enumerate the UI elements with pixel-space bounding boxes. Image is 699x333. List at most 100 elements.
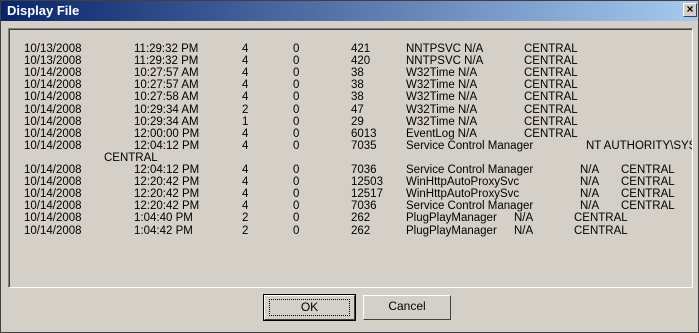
log-date: 10/14/2008	[24, 103, 82, 116]
log-type: 4	[242, 164, 249, 176]
log-event-id: 7036	[351, 200, 377, 213]
log-category: 0	[293, 139, 300, 152]
log-line: 10/14/2008 1:04:42 PM 2 0 262 PlugPlayManager…	[10, 224, 692, 237]
log-event-id: 47	[351, 103, 364, 116]
log-source: W32Time N/A	[406, 103, 478, 116]
log-line: 10/14/2008 12:04:12 PM 4 0 7035 Service Contr…	[10, 139, 692, 152]
log-computer: CENTRAL	[621, 176, 675, 189]
log-date: 10/14/2008	[24, 212, 82, 225]
log-date: 10/14/2008	[24, 79, 82, 92]
log-time: 12:20:42 PM	[134, 176, 200, 189]
log-source: Service Control Manager	[406, 200, 534, 213]
log-event-id: 38	[351, 91, 364, 104]
log-date: 10/14/2008	[24, 224, 82, 237]
display-file-dialog: Display File × 10/13/2008 11:29:32 PM 4 0 42…	[0, 0, 699, 333]
log-event-id: 12503	[351, 176, 383, 189]
log-user: N/A	[580, 188, 600, 201]
log-computer: CENTRAL	[524, 55, 578, 68]
log-source: Service Control Manager	[406, 139, 534, 152]
log-user: N/A	[514, 224, 534, 237]
log-date: 10/13/2008	[24, 55, 82, 68]
log-source: W32Time N/A	[406, 67, 478, 80]
dialog-title: Display File	[7, 3, 80, 18]
log-computer: CENTRAL	[524, 91, 578, 104]
log-source: EventLog N/A	[406, 127, 477, 140]
log-time: 10:29:34 AM	[134, 103, 199, 116]
log-user: N/A	[580, 176, 600, 189]
log-line: 10/14/2008 12:04:12 PM 4 0 7036 Service Contr…	[10, 164, 692, 176]
log-event-id: 29	[351, 115, 364, 128]
log-computer: CENTRAL	[524, 79, 578, 92]
log-time: 10:27:58 AM	[134, 91, 199, 104]
log-computer: CENTRAL	[621, 188, 675, 201]
log-category: 0	[293, 188, 300, 201]
log-line: 10/14/2008 10:27:57 AM 4 0 38 W32Time N/A CENT…	[10, 67, 692, 80]
log-date: 10/14/2008	[24, 91, 82, 104]
log-category: 0	[293, 91, 300, 104]
log-type: 4	[242, 67, 249, 80]
log-computer: CENTRAL	[621, 200, 675, 213]
log-time: 10:27:57 AM	[134, 67, 199, 80]
log-computer: CENTRAL	[574, 212, 628, 225]
log-line: 10/13/2008 11:29:32 PM 4 0 420 NNTPSVC N/A CEN…	[10, 55, 692, 68]
log-source: W32Time N/A	[406, 79, 478, 92]
log-date: 10/14/2008	[24, 115, 82, 128]
log-line: 10/14/2008 10:27:57 AM 4 0 38 W32Time N/A CENT…	[10, 79, 692, 92]
log-time: 12:04:12 PM	[134, 139, 200, 152]
cancel-button[interactable]: Cancel	[363, 295, 451, 320]
log-type: 2	[242, 224, 249, 237]
log-date: 10/14/2008	[24, 127, 82, 140]
log-time: 10:29:34 AM	[134, 115, 199, 128]
log-event-id: 262	[351, 224, 371, 237]
log-date: 10/14/2008	[24, 139, 82, 152]
log-type: 2	[242, 212, 249, 225]
log-wrapped-computer: CENTRAL	[104, 151, 158, 164]
log-event-id: 38	[351, 79, 364, 92]
log-date: 10/13/2008	[24, 43, 82, 55]
log-computer: CENTRAL	[574, 224, 628, 237]
log-category: 0	[293, 176, 300, 189]
log-date: 10/14/2008	[24, 188, 82, 201]
log-user: N/A	[514, 212, 534, 225]
log-category: 0	[293, 55, 300, 68]
log-line: 10/14/2008 10:29:34 AM 2 0 47 W32Time N/A CENT…	[10, 103, 692, 116]
log-event-id: 421	[351, 43, 371, 55]
log-time: 1:04:42 PM	[134, 224, 193, 237]
log-type: 4	[242, 91, 249, 104]
ok-button[interactable]: OK	[263, 294, 356, 321]
log-time: 1:04:40 PM	[134, 212, 193, 225]
log-category: 0	[293, 115, 300, 128]
title-bar[interactable]: Display File ×	[1, 1, 698, 21]
log-event-id: 262	[351, 212, 371, 225]
log-computer: CENTRAL	[524, 43, 578, 55]
log-content: 10/13/2008 11:29:32 PM 4 0 421 NNTPSVC N/A CEN…	[9, 29, 692, 287]
log-text-area[interactable]: 10/13/2008 11:29:32 PM 4 0 421 NNTPSVC N/A CEN…	[8, 28, 693, 288]
log-date: 10/14/2008	[24, 67, 82, 80]
log-date: 10/14/2008	[24, 164, 82, 176]
log-event-id: 7035	[351, 139, 377, 152]
log-category: 0	[293, 43, 300, 55]
log-category: 0	[293, 212, 300, 225]
log-source: NNTPSVC N/A	[406, 55, 484, 68]
log-line: 10/14/2008 12:20:42 PM 4 0 12517 WinHttpAutoP…	[10, 188, 692, 201]
log-user: NT AUTHORITY\SYSTEM	[586, 139, 692, 152]
log-source: NNTPSVC N/A	[406, 43, 484, 55]
log-time: 12:00:00 PM	[134, 127, 200, 140]
log-time: 11:29:32 PM	[134, 43, 199, 55]
log-category: 0	[293, 79, 300, 92]
log-user: N/A	[580, 164, 600, 176]
ok-button-label: OK	[269, 299, 350, 316]
log-line: 10/14/2008 10:29:34 AM 1 0 29 W32Time N/A CENT…	[10, 115, 692, 128]
log-source: Service Control Manager	[406, 164, 534, 176]
log-computer: CENTRAL	[524, 67, 578, 80]
log-source: WinHttpAutoProxySvc	[406, 176, 520, 189]
log-time: 10:27:57 AM	[134, 79, 199, 92]
log-event-id: 12517	[351, 188, 383, 201]
log-line: 10/13/2008 11:29:32 PM 4 0 421 NNTPSVC N/A CEN…	[10, 43, 692, 55]
log-user: N/A	[580, 200, 600, 213]
log-source: W32Time N/A	[406, 91, 478, 104]
log-type: 4	[242, 200, 249, 213]
log-category: 0	[293, 200, 300, 213]
close-icon[interactable]: ×	[683, 3, 697, 17]
log-date: 10/14/2008	[24, 200, 82, 213]
